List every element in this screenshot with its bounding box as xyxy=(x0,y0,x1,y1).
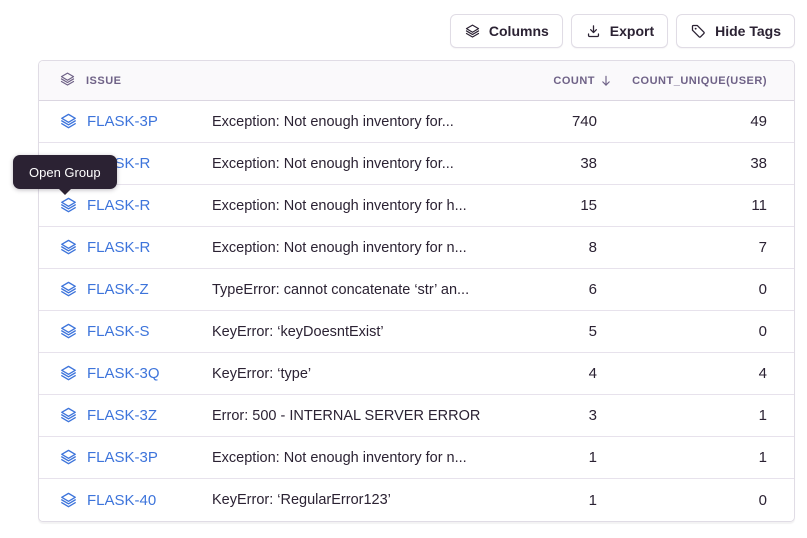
stack-icon xyxy=(59,71,76,91)
issue-description: Exception: Not enough inventory for h... xyxy=(212,198,534,214)
open-group-stack-icon[interactable] xyxy=(59,238,78,257)
open-group-stack-icon[interactable] xyxy=(59,364,78,383)
count-value: 1 xyxy=(534,449,624,466)
open-group-stack-icon[interactable] xyxy=(59,448,78,467)
count-unique-value: 38 xyxy=(624,155,794,172)
issue-cell: FLASK-3P xyxy=(39,448,212,467)
table-header-row: ISSUE COUNT COUNT_UNIQUE(USER) xyxy=(39,61,794,101)
table-row: FLASK-3P Exception: Not enough inventory… xyxy=(39,437,794,479)
columns-button-label: Columns xyxy=(489,23,549,39)
count-unique-value: 4 xyxy=(624,365,794,382)
issue-cell: FLASK-S xyxy=(39,322,212,341)
export-button[interactable]: Export xyxy=(571,14,668,48)
issue-column-header[interactable]: ISSUE xyxy=(39,71,212,91)
open-group-stack-icon[interactable] xyxy=(59,406,78,425)
count-unique-column-label: COUNT_UNIQUE(USER) xyxy=(632,75,767,87)
count-value: 15 xyxy=(534,197,624,214)
issue-description: TypeError: cannot concatenate ‘str’ an..… xyxy=(212,282,534,298)
sort-desc-arrow-icon xyxy=(599,74,613,88)
table-row: FLASK-Z TypeError: cannot concatenate ‘s… xyxy=(39,269,794,311)
open-group-stack-icon[interactable] xyxy=(59,280,78,299)
toolbar: Columns Export Hide Tags xyxy=(450,14,795,48)
issue-cell: FLASK-3Q xyxy=(39,364,212,383)
count-value: 38 xyxy=(534,155,624,172)
issue-cell: FLASK-40 xyxy=(39,491,212,510)
tooltip-caret xyxy=(58,188,72,195)
open-group-tooltip: Open Group xyxy=(13,155,117,189)
count-unique-value: 7 xyxy=(624,239,794,256)
issue-description: Exception: Not enough inventory for n... xyxy=(212,450,534,466)
issue-link[interactable]: FLASK-3Q xyxy=(87,365,160,382)
issue-description: Exception: Not enough inventory for n... xyxy=(212,240,534,256)
tag-icon xyxy=(690,23,707,40)
issue-link[interactable]: FLASK-3P xyxy=(87,113,158,130)
download-icon xyxy=(585,23,602,40)
open-group-stack-icon[interactable] xyxy=(59,196,78,215)
table-row: FLASK-R Exception: Not enough inventory … xyxy=(39,227,794,269)
table-row: FLASK-3Z Error: 500 - INTERNAL SERVER ER… xyxy=(39,395,794,437)
count-value: 5 xyxy=(534,323,624,340)
count-value: 4 xyxy=(534,365,624,382)
count-unique-value: 49 xyxy=(624,113,794,130)
table-row: FLASK-R Exception: Not enough inventory … xyxy=(39,185,794,227)
table-row: FLASK-40 KeyError: ‘RegularError123’ 1 0 xyxy=(39,479,794,521)
columns-button[interactable]: Columns xyxy=(450,14,563,48)
count-column-header[interactable]: COUNT xyxy=(534,74,624,88)
open-group-stack-icon[interactable] xyxy=(59,491,78,510)
count-value: 1 xyxy=(534,492,624,509)
stack-icon xyxy=(464,23,481,40)
issue-cell: FLASK-3Z xyxy=(39,406,212,425)
count-unique-value: 0 xyxy=(624,281,794,298)
issue-description: Exception: Not enough inventory for... xyxy=(212,156,534,172)
count-unique-column-header[interactable]: COUNT_UNIQUE(USER) xyxy=(624,75,794,87)
issue-link[interactable]: FLASK-3P xyxy=(87,449,158,466)
issue-column-label: ISSUE xyxy=(86,75,122,87)
count-unique-value: 1 xyxy=(624,449,794,466)
issue-description: Exception: Not enough inventory for... xyxy=(212,114,534,130)
count-unique-value: 1 xyxy=(624,407,794,424)
count-unique-value: 0 xyxy=(624,492,794,509)
open-group-stack-icon[interactable] xyxy=(59,322,78,341)
count-value: 740 xyxy=(534,113,624,130)
table-row: FLASK-3P Exception: Not enough inventory… xyxy=(39,101,794,143)
count-column-label: COUNT xyxy=(553,75,595,87)
issue-link[interactable]: FLASK-3Z xyxy=(87,407,157,424)
table-row: FLASK-S KeyError: ‘keyDoesntExist’ 5 0 xyxy=(39,311,794,353)
issue-link[interactable]: FLASK-R xyxy=(87,197,150,214)
issue-cell: FLASK-Z xyxy=(39,280,212,299)
open-group-stack-icon[interactable] xyxy=(59,112,78,131)
issue-link[interactable]: FLASK-Z xyxy=(87,281,149,298)
issue-link[interactable]: FLASK-R xyxy=(87,239,150,256)
issue-cell: FLASK-3P xyxy=(39,112,212,131)
issue-link[interactable]: FLASK-S xyxy=(87,323,150,340)
hide-tags-button-label: Hide Tags xyxy=(715,23,781,39)
table-row: FLASK-R Exception: Not enough inventory … xyxy=(39,143,794,185)
issue-description: KeyError: ‘RegularError123’ xyxy=(212,492,534,508)
count-unique-value: 0 xyxy=(624,323,794,340)
issue-cell: FLASK-R xyxy=(39,238,212,257)
issue-description: KeyError: ‘type’ xyxy=(212,366,534,382)
table-row: FLASK-3Q KeyError: ‘type’ 4 4 xyxy=(39,353,794,395)
count-value: 3 xyxy=(534,407,624,424)
issue-cell: FLASK-R xyxy=(39,196,212,215)
count-unique-value: 11 xyxy=(624,197,794,214)
hide-tags-button[interactable]: Hide Tags xyxy=(676,14,795,48)
count-value: 6 xyxy=(534,281,624,298)
open-group-tooltip-label: Open Group xyxy=(29,165,101,180)
issue-link[interactable]: FLASK-40 xyxy=(87,492,156,509)
table-body: FLASK-3P Exception: Not enough inventory… xyxy=(39,101,794,521)
count-value: 8 xyxy=(534,239,624,256)
results-table: ISSUE COUNT COUNT_UNIQUE(USER) FLASK-3P … xyxy=(38,60,795,522)
export-button-label: Export xyxy=(610,23,654,39)
issue-description: Error: 500 - INTERNAL SERVER ERROR xyxy=(212,408,534,424)
issue-description: KeyError: ‘keyDoesntExist’ xyxy=(212,324,534,340)
